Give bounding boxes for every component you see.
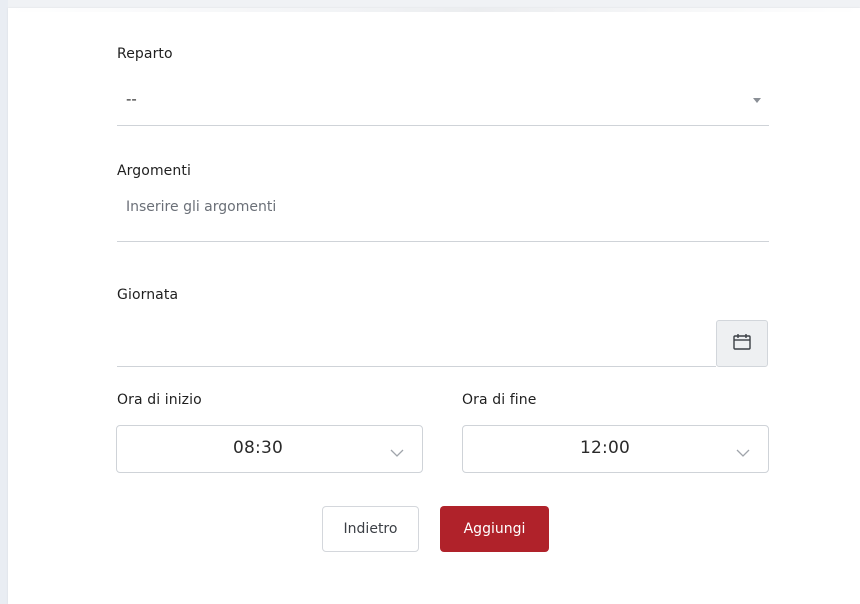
ora-fine-select[interactable]: 12:00 [462, 425, 769, 473]
back-button[interactable]: Indietro [322, 506, 419, 552]
argomenti-label: Argomenti [117, 163, 191, 179]
argomenti-placeholder: Inserire gli argomenti [126, 199, 277, 215]
add-button[interactable]: Aggiungi [440, 506, 549, 552]
ora-inizio-label: Ora di inizio [117, 392, 202, 408]
chevron-down-icon [735, 443, 751, 462]
giornata-underline [117, 366, 716, 367]
calendar-icon [732, 333, 752, 355]
page: Reparto -- Argomenti Inserire gli argome… [0, 0, 860, 604]
reparto-select[interactable]: -- [117, 80, 769, 125]
ora-inizio-select[interactable]: 08:30 [116, 425, 423, 473]
ora-fine-label: Ora di fine [462, 392, 537, 408]
giornata-input[interactable] [117, 320, 715, 365]
argomenti-underline [117, 241, 769, 242]
argomenti-input[interactable]: Inserire gli argomenti [117, 190, 769, 240]
chevron-down-icon [389, 443, 405, 462]
ora-fine-value: 12:00 [580, 438, 630, 458]
reparto-select-value: -- [126, 90, 137, 108]
calendar-button[interactable] [716, 320, 768, 367]
caret-down-icon [753, 98, 761, 103]
ora-inizio-value: 08:30 [233, 438, 283, 458]
giornata-label: Giornata [117, 287, 179, 303]
reparto-label: Reparto [117, 46, 173, 62]
reparto-underline [117, 125, 769, 126]
left-edge [0, 0, 8, 604]
top-strip [8, 8, 860, 12]
